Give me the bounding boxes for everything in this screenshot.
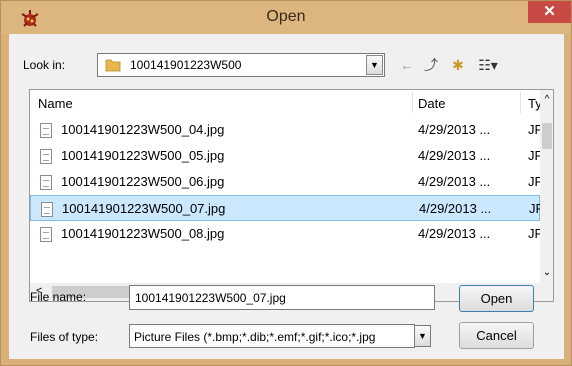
open-dialog: Open ✕ Look in: 100141901223W500 ▼ ← ⤴ ✱…	[0, 0, 572, 366]
image-file-icon	[40, 175, 52, 190]
folder-icon	[105, 59, 121, 72]
file-row[interactable]: 100141901223W500_04.jpg 4/29/2013 ... JP	[30, 117, 543, 143]
chevron-down-icon[interactable]: ▼	[366, 55, 383, 75]
chevron-down-icon[interactable]: ▼	[414, 325, 431, 347]
file-date-cell: 4/29/2013 ...	[419, 201, 492, 216]
file-name-cell: 100141901223W500_07.jpg	[62, 201, 226, 216]
column-divider[interactable]	[520, 92, 521, 113]
window-title: Open	[266, 8, 306, 25]
file-type-select[interactable]: Picture Files (*.bmp;*.dib;*.emf;*.gif;*…	[129, 324, 415, 348]
column-header-name[interactable]: Name	[38, 96, 73, 111]
look-in-label: Look in:	[23, 58, 66, 72]
file-name-cell: 100141901223W500_06.jpg	[61, 174, 225, 189]
vertical-scroll-thumb[interactable]	[542, 123, 552, 149]
file-list[interactable]: Name Date Ty 100141901223W500_04.jpg 4/2…	[29, 89, 554, 302]
chevron-down-icon[interactable]: ⌄	[540, 267, 553, 279]
close-button[interactable]: ✕	[528, 1, 571, 23]
new-folder-icon[interactable]: ✱	[446, 53, 470, 77]
list-header: Name Date Ty	[30, 90, 542, 115]
file-row[interactable]: 100141901223W500_08.jpg 4/29/2013 ... JP	[30, 221, 543, 247]
cancel-button[interactable]: Cancel	[459, 322, 534, 349]
file-name-input[interactable]: 100141901223W500_07.jpg	[129, 285, 435, 310]
open-button[interactable]: Open	[459, 285, 534, 312]
column-header-date[interactable]: Date	[418, 96, 445, 111]
file-date-cell: 4/29/2013 ...	[418, 226, 491, 241]
dialog-body: Look in: 100141901223W500 ▼ ← ⤴ ✱ ☷▾ Nam…	[9, 34, 564, 359]
vertical-scrollbar[interactable]: ^ ⌄	[540, 90, 553, 283]
file-row[interactable]: 100141901223W500_06.jpg 4/29/2013 ... JP	[30, 169, 543, 195]
file-row[interactable]: 100141901223W500_05.jpg 4/29/2013 ... JP	[30, 143, 543, 169]
file-rows: 100141901223W500_04.jpg 4/29/2013 ... JP…	[30, 117, 544, 247]
file-name-cell: 100141901223W500_08.jpg	[61, 226, 225, 241]
look-in-combo[interactable]: 100141901223W500 ▼	[97, 53, 385, 77]
chevron-up-icon[interactable]: ^	[540, 94, 553, 106]
file-row-selected[interactable]: 100141901223W500_07.jpg 4/29/2013 ... JP	[30, 195, 544, 221]
title-bar[interactable]: Open ✕	[1, 1, 571, 34]
file-name-label: File name:	[30, 290, 87, 304]
file-date-cell: 4/29/2013 ...	[418, 174, 491, 189]
image-file-icon	[40, 227, 52, 242]
look-in-value: 100141901223W500	[130, 58, 242, 72]
file-name-cell: 100141901223W500_05.jpg	[61, 148, 225, 163]
close-icon: ✕	[543, 3, 556, 20]
file-type-label: Files of type:	[30, 330, 99, 344]
back-arrow-icon[interactable]: ←	[395, 53, 419, 77]
image-file-icon	[40, 123, 52, 138]
image-file-icon	[41, 202, 53, 217]
file-date-cell: 4/29/2013 ...	[418, 122, 491, 137]
up-folder-icon[interactable]: ⤴	[419, 53, 443, 77]
view-menu-icon[interactable]: ☷▾	[473, 53, 503, 77]
column-divider[interactable]	[412, 92, 413, 113]
image-file-icon	[40, 149, 52, 164]
file-date-cell: 4/29/2013 ...	[418, 148, 491, 163]
file-name-cell: 100141901223W500_04.jpg	[61, 122, 225, 137]
